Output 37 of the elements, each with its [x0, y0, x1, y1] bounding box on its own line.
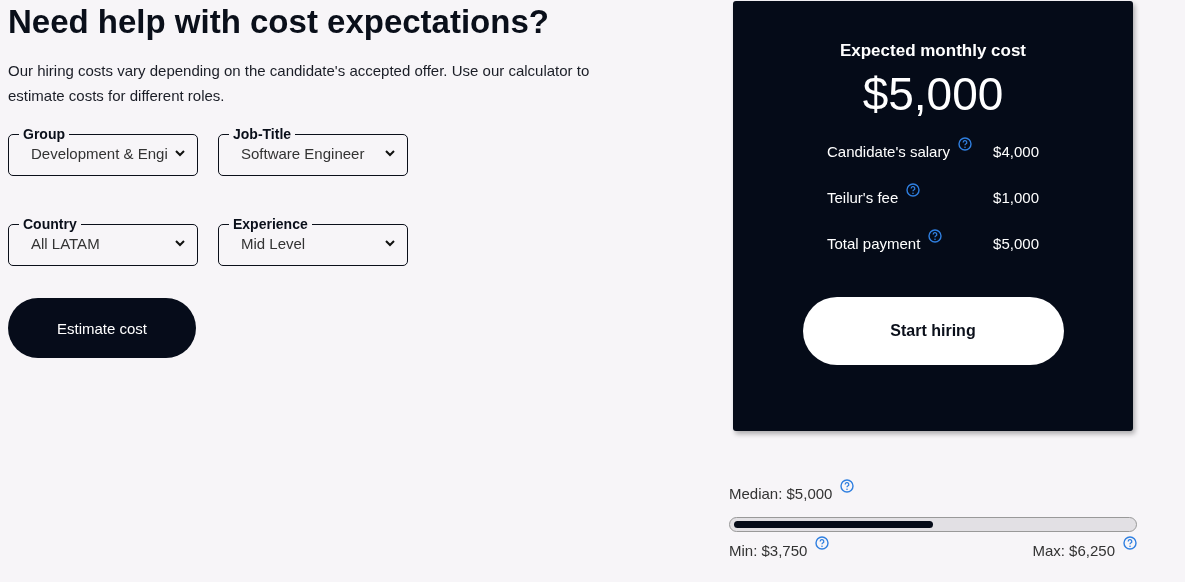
monthly-cost-amount: $5,000 [862, 67, 1004, 121]
median-text: Median: $5,000 [729, 484, 833, 504]
help-icon[interactable] [840, 479, 855, 493]
dropdown-label: Job-Title [232, 126, 293, 142]
dropdown-value: Mid Level [241, 235, 306, 252]
help-icon[interactable] [815, 536, 830, 550]
dropdown-value: Development & Engi [31, 145, 168, 162]
page-heading: Need help with cost expectations? [8, 2, 550, 42]
cost-label: Candidate's salary [827, 142, 950, 162]
dropdown[interactable]: Group Development & Engi [8, 126, 198, 176]
cost-value: $4,000 [993, 142, 1039, 162]
caret-icon [385, 150, 395, 157]
cost-label: Total payment [827, 234, 921, 254]
caret-icon [175, 150, 185, 157]
caret-icon [175, 240, 185, 247]
dropdown-label: Country [22, 216, 78, 232]
help-icon[interactable] [906, 183, 921, 197]
max-text: Max: $6,250 [1032, 541, 1115, 561]
cost-value: $5,000 [993, 234, 1039, 254]
dropdown-label: Experience [232, 216, 309, 232]
dropdown[interactable]: Experience Mid Level [218, 216, 408, 266]
dropdown-value: Software Engineer [241, 145, 365, 162]
cost-label: Teilur's fee [827, 188, 899, 208]
dropdown-label: Group [22, 126, 66, 142]
dropdown-value: All LATAM [31, 235, 100, 252]
min-text: Min: $3,750 [729, 541, 808, 561]
start-hiring-button[interactable]: Start hiring [802, 297, 1064, 365]
intro-text: Our hiring costs vary depending on the candidate's accepted offer. Use our calculator to estimate costs for different roles. [8, 61, 591, 106]
dropdown[interactable]: Job-Title Software Engineer [218, 126, 408, 176]
card-title: Expected monthly cost [839, 41, 1027, 61]
help-icon[interactable] [957, 137, 972, 151]
caret-icon [385, 240, 395, 247]
cost-value: $1,000 [993, 188, 1039, 208]
estimate-cost-button[interactable]: Estimate cost [8, 298, 196, 358]
dropdown[interactable]: Country All LATAM [8, 216, 198, 266]
help-icon[interactable] [1123, 536, 1137, 550]
help-icon[interactable] [928, 229, 943, 243]
